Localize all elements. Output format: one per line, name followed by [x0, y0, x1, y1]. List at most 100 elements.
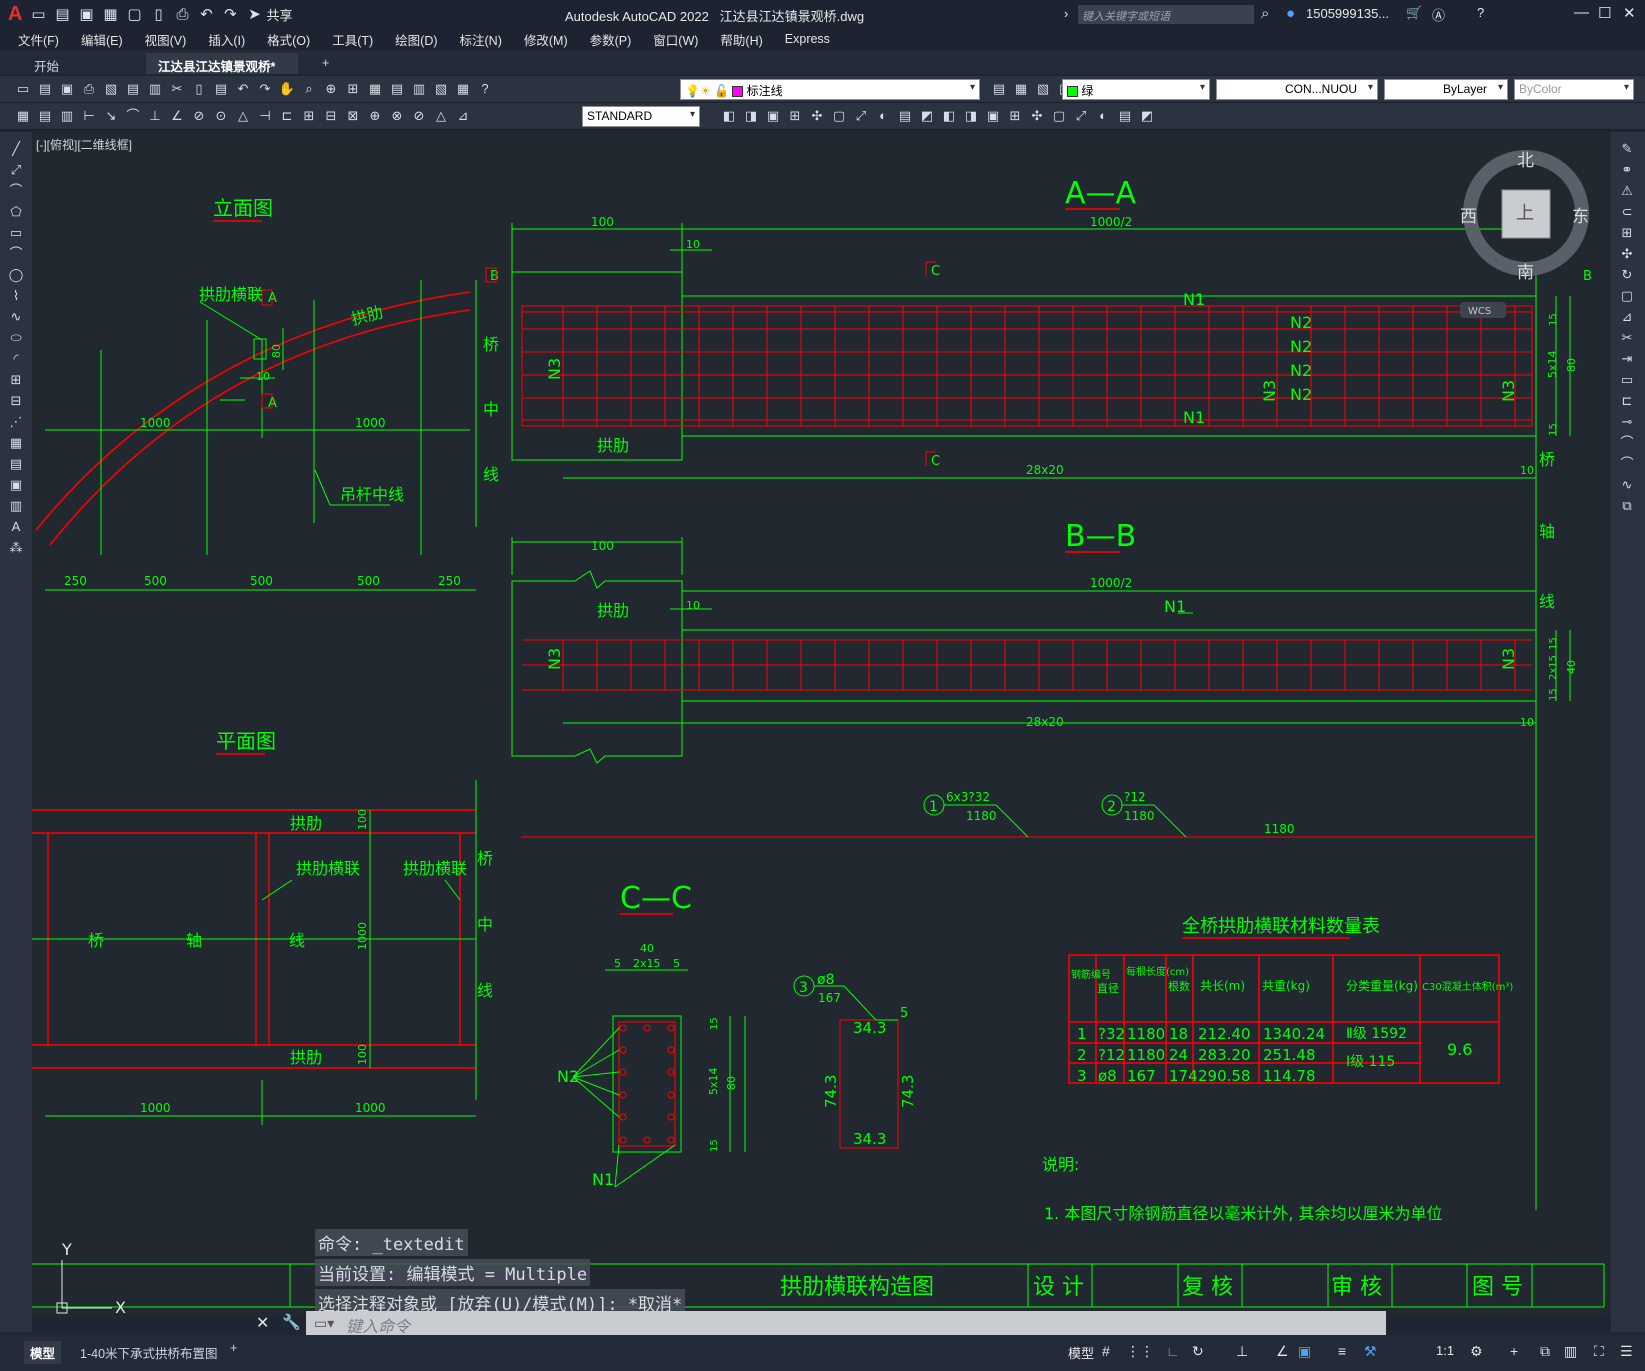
color-combo[interactable]: 绿 ▾ — [1062, 79, 1210, 100]
toolbar-tool-2-icon[interactable]: ▣ — [58, 80, 76, 98]
undo-icon[interactable]: ↶ — [197, 5, 215, 23]
redo-icon[interactable]: ↷ — [221, 5, 239, 23]
new-tab-button[interactable]: + — [310, 53, 341, 74]
draw-tool-17-icon[interactable]: ▥ — [7, 497, 25, 515]
toolbar-tool-9-icon[interactable]: ▤ — [212, 80, 230, 98]
modify-tool-9-icon[interactable]: ◩ — [918, 107, 936, 125]
modify-side-tool-16-icon[interactable]: ∿ — [1618, 476, 1636, 494]
modify-side-tool-17-icon[interactable]: ⧉ — [1618, 497, 1636, 515]
share-icon[interactable]: ➤ — [245, 5, 263, 23]
cart-icon[interactable]: 🛒 — [1406, 5, 1422, 21]
menu-item-1[interactable]: 编辑(E) — [81, 30, 123, 49]
grid-icon[interactable]: # — [1102, 1343, 1110, 1359]
model-tab[interactable]: 模型 — [24, 1341, 62, 1364]
modify-side-tool-14-icon[interactable]: ⌒ — [1618, 434, 1636, 452]
dim-tool-20-icon[interactable]: ⊿ — [454, 107, 472, 125]
dim-tool-3-icon[interactable]: ⊢ — [80, 107, 98, 125]
isolate-icon[interactable]: ⧉ — [1540, 1343, 1550, 1360]
dim-tool-18-icon[interactable]: ⊘ — [410, 107, 428, 125]
menu-item-9[interactable]: 参数(P) — [590, 30, 632, 49]
modify-side-tool-1-icon[interactable]: ⚭ — [1618, 161, 1636, 179]
toolbar-tool-7-icon[interactable]: ✂ — [168, 80, 186, 98]
modify-tool-7-icon[interactable]: ◐ — [874, 107, 892, 125]
menu-item-10[interactable]: 窗口(W) — [653, 30, 698, 49]
toolbar-tool-20-icon[interactable]: ▦ — [454, 80, 472, 98]
save-icon[interactable]: ▣ — [77, 5, 95, 23]
menu-item-5[interactable]: 工具(T) — [332, 30, 373, 49]
dim-tool-4-icon[interactable]: ↘ — [102, 107, 120, 125]
draw-tool-13-icon[interactable]: ⋰ — [7, 413, 25, 431]
modify-side-tool-3-icon[interactable]: ⊂ — [1618, 203, 1636, 221]
toolbar-tool-8-icon[interactable]: ▯ — [190, 80, 208, 98]
toolbar-tool-16-icon[interactable]: ▦ — [366, 80, 384, 98]
drawing-canvas[interactable]: 立面图 拱肋横联 A A 拱肋 吊杆中线 1000 1000 250 500 5… — [32, 132, 1611, 1317]
dim-tool-9-icon[interactable]: ⊙ — [212, 107, 230, 125]
toolbar-tool-17-icon[interactable]: ▤ — [388, 80, 406, 98]
dim-tool-10-icon[interactable]: △ — [234, 107, 252, 125]
dim-tool-6-icon[interactable]: ⊥ — [146, 107, 164, 125]
save-web-icon[interactable]: ▯ — [149, 5, 167, 23]
draw-tool-19-icon[interactable]: ⁂ — [7, 539, 25, 557]
textstyle-combo[interactable]: STANDARD ▾ — [582, 106, 700, 127]
dim-tool-15-icon[interactable]: ⊠ — [344, 107, 362, 125]
draw-tool-18-icon[interactable]: A — [7, 518, 25, 536]
layer-tool-0-icon[interactable]: ▤ — [990, 80, 1008, 98]
lineweight-combo[interactable]: ByLayer ▾ — [1384, 79, 1508, 100]
modify-side-tool-2-icon[interactable]: ⚠ — [1618, 182, 1636, 200]
plus-icon[interactable]: + — [1510, 1343, 1518, 1359]
viewcube[interactable] — [1460, 150, 1589, 318]
modify-side-tool-13-icon[interactable]: ⊸ — [1618, 413, 1636, 431]
modify-tool-10-icon[interactable]: ◧ — [940, 107, 958, 125]
dim-tool-7-icon[interactable]: ∠ — [168, 107, 186, 125]
modify-side-tool-8-icon[interactable]: ⊿ — [1618, 308, 1636, 326]
draw-tool-4-icon[interactable]: ▭ — [7, 224, 25, 242]
toolbar-tool-13-icon[interactable]: ⌕ — [300, 80, 318, 98]
menu-item-8[interactable]: 修改(M) — [524, 30, 568, 49]
modify-tool-19-icon[interactable]: ◩ — [1138, 107, 1156, 125]
draw-tool-0-icon[interactable]: ╱ — [7, 140, 25, 158]
autocad-logo-icon[interactable]: A — [8, 3, 22, 26]
toolbar-tool-15-icon[interactable]: ⊞ — [344, 80, 362, 98]
search-arrow-icon[interactable]: › — [1064, 6, 1068, 21]
modify-tool-11-icon[interactable]: ◨ — [962, 107, 980, 125]
dim-tool-12-icon[interactable]: ⊏ — [278, 107, 296, 125]
toolbar-tool-21-icon[interactable]: ? — [476, 80, 494, 98]
close-button[interactable]: ✕ — [1623, 4, 1636, 22]
search-input[interactable]: 键入关键字或短语 — [1078, 5, 1254, 24]
modify-tool-0-icon[interactable]: ◧ — [720, 107, 738, 125]
polar-icon[interactable]: ↻ — [1192, 1343, 1204, 1360]
modify-tool-3-icon[interactable]: ⊞ — [786, 107, 804, 125]
toolbar-tool-18-icon[interactable]: ▥ — [410, 80, 428, 98]
modify-tool-5-icon[interactable]: ▢ — [830, 107, 848, 125]
draw-tool-3-icon[interactable]: ⬠ — [7, 203, 25, 221]
draw-tool-6-icon[interactable]: ◯ — [7, 266, 25, 284]
modify-side-tool-9-icon[interactable]: ✂ — [1618, 329, 1636, 347]
draw-tool-15-icon[interactable]: ▤ — [7, 455, 25, 473]
modify-tool-17-icon[interactable]: ◐ — [1094, 107, 1112, 125]
dim-tool-17-icon[interactable]: ⊗ — [388, 107, 406, 125]
modify-tool-8-icon[interactable]: ▤ — [896, 107, 914, 125]
toolbar-tool-11-icon[interactable]: ↷ — [256, 80, 274, 98]
draw-tool-16-icon[interactable]: ▣ — [7, 476, 25, 494]
modify-tool-13-icon[interactable]: ⊞ — [1006, 107, 1024, 125]
modify-side-tool-5-icon[interactable]: ✣ — [1618, 245, 1636, 263]
add-layout-button[interactable]: + — [230, 1341, 237, 1355]
minimize-button[interactable]: — — [1574, 4, 1589, 21]
modify-tool-16-icon[interactable]: ⤢ — [1072, 107, 1090, 125]
toolbar-tool-3-icon[interactable]: ⎙ — [80, 80, 98, 98]
modify-side-tool-7-icon[interactable]: ▢ — [1618, 287, 1636, 305]
draw-tool-2-icon[interactable]: ⌒ — [7, 182, 25, 200]
menu-item-7[interactable]: 标注(N) — [460, 30, 502, 49]
dim-tool-0-icon[interactable]: ▦ — [14, 107, 32, 125]
lineweight-icon[interactable]: ≡ — [1338, 1343, 1346, 1359]
toolbar-tool-10-icon[interactable]: ↶ — [234, 80, 252, 98]
help-icon[interactable]: ? — [1477, 5, 1484, 20]
dim-tool-19-icon[interactable]: △ — [432, 107, 450, 125]
draw-tool-8-icon[interactable]: ∿ — [7, 308, 25, 326]
a360-icon[interactable]: Ⓐ — [1432, 5, 1445, 24]
menu-icon[interactable]: ☰ — [1620, 1343, 1633, 1360]
model-space-button[interactable]: 模型 — [1068, 1343, 1094, 1362]
osnap-icon[interactable]: ⊥ — [1236, 1343, 1248, 1360]
new-icon[interactable]: ▭ — [29, 5, 47, 23]
scale-label[interactable]: 1:1 — [1436, 1343, 1454, 1358]
